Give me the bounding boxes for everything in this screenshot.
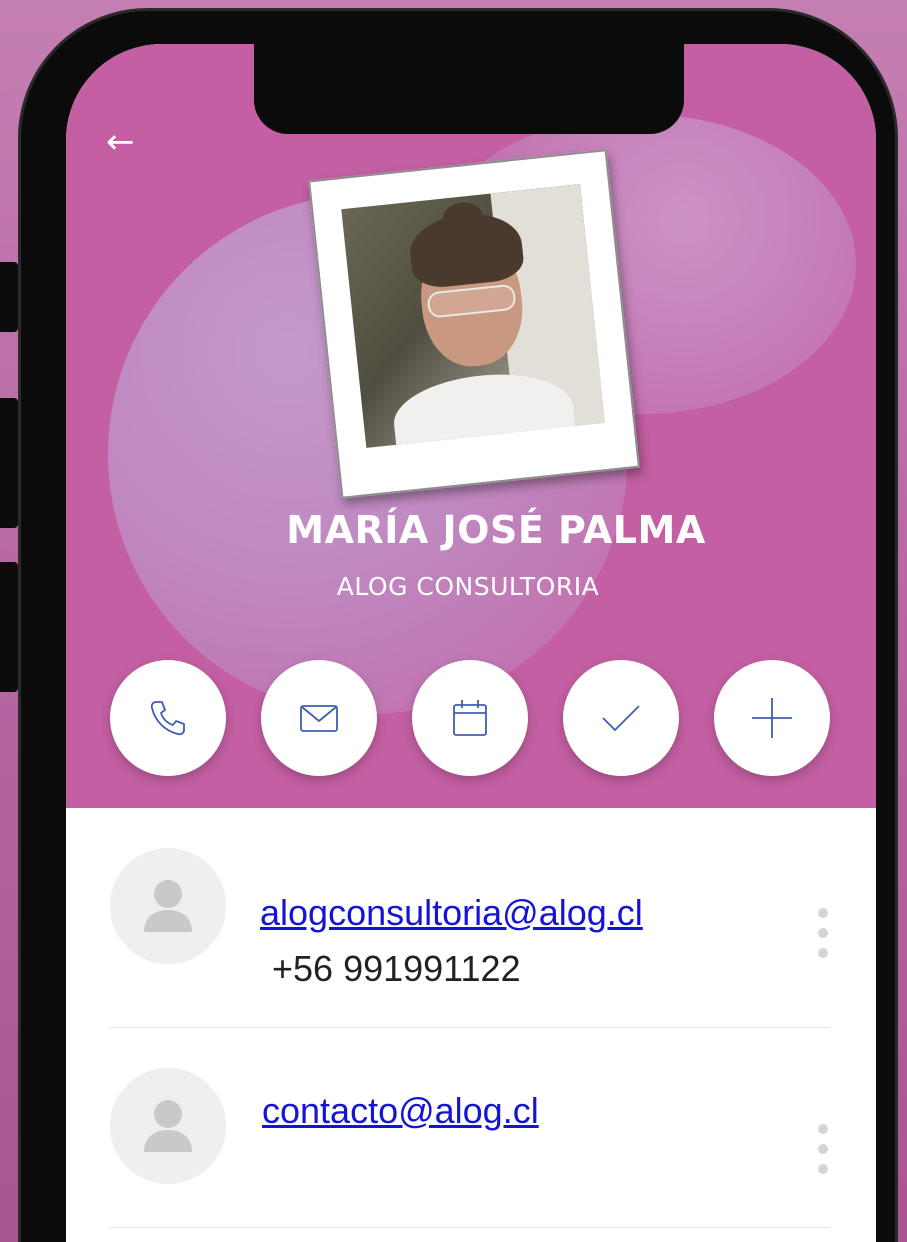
more-options-icon[interactable] [816, 1124, 830, 1174]
calendar-icon [453, 700, 487, 736]
add-button[interactable] [714, 660, 830, 776]
list-item: contacto@alog.cl [110, 1028, 830, 1228]
more-options-icon[interactable] [816, 908, 830, 958]
user-icon [144, 1100, 192, 1152]
phone-notch [254, 44, 684, 134]
user-icon [144, 880, 192, 932]
avatar [110, 848, 226, 964]
back-arrow-icon[interactable]: ← [106, 122, 158, 162]
email-button[interactable] [261, 660, 377, 776]
action-bar [110, 660, 830, 776]
side-button-volume-up [0, 398, 18, 528]
profile-header: ← MARÍA JOSÉ PALMA ALOG CONSULTORIA [66, 44, 876, 808]
contact-name: MARÍA JOSÉ PALMA [286, 508, 706, 552]
mail-icon [300, 705, 338, 732]
check-button[interactable] [563, 660, 679, 776]
phone-screen: ← MARÍA JOSÉ PALMA ALOG CONSULTORIA alog… [66, 44, 876, 1242]
calendar-button[interactable] [412, 660, 528, 776]
side-button-mute [0, 262, 18, 332]
contact-list: alogconsultoria@alog.cl +56 991991122 co… [66, 808, 876, 1242]
profile-photo-frame [308, 149, 640, 499]
phone-number: +56 991991122 [272, 948, 521, 989]
profile-photo [341, 184, 606, 448]
call-button[interactable] [110, 660, 226, 776]
avatar [110, 1068, 226, 1184]
phone-icon [150, 701, 185, 736]
plus-icon [752, 698, 792, 738]
email-link[interactable]: alogconsultoria@alog.cl [260, 892, 643, 934]
check-icon [602, 705, 640, 732]
side-button-volume-down [0, 562, 18, 692]
list-item: alogconsultoria@alog.cl +56 991991122 [110, 828, 830, 1028]
contact-company: ALOG CONSULTORIA [336, 572, 600, 601]
email-link[interactable]: contacto@alog.cl [262, 1090, 539, 1132]
